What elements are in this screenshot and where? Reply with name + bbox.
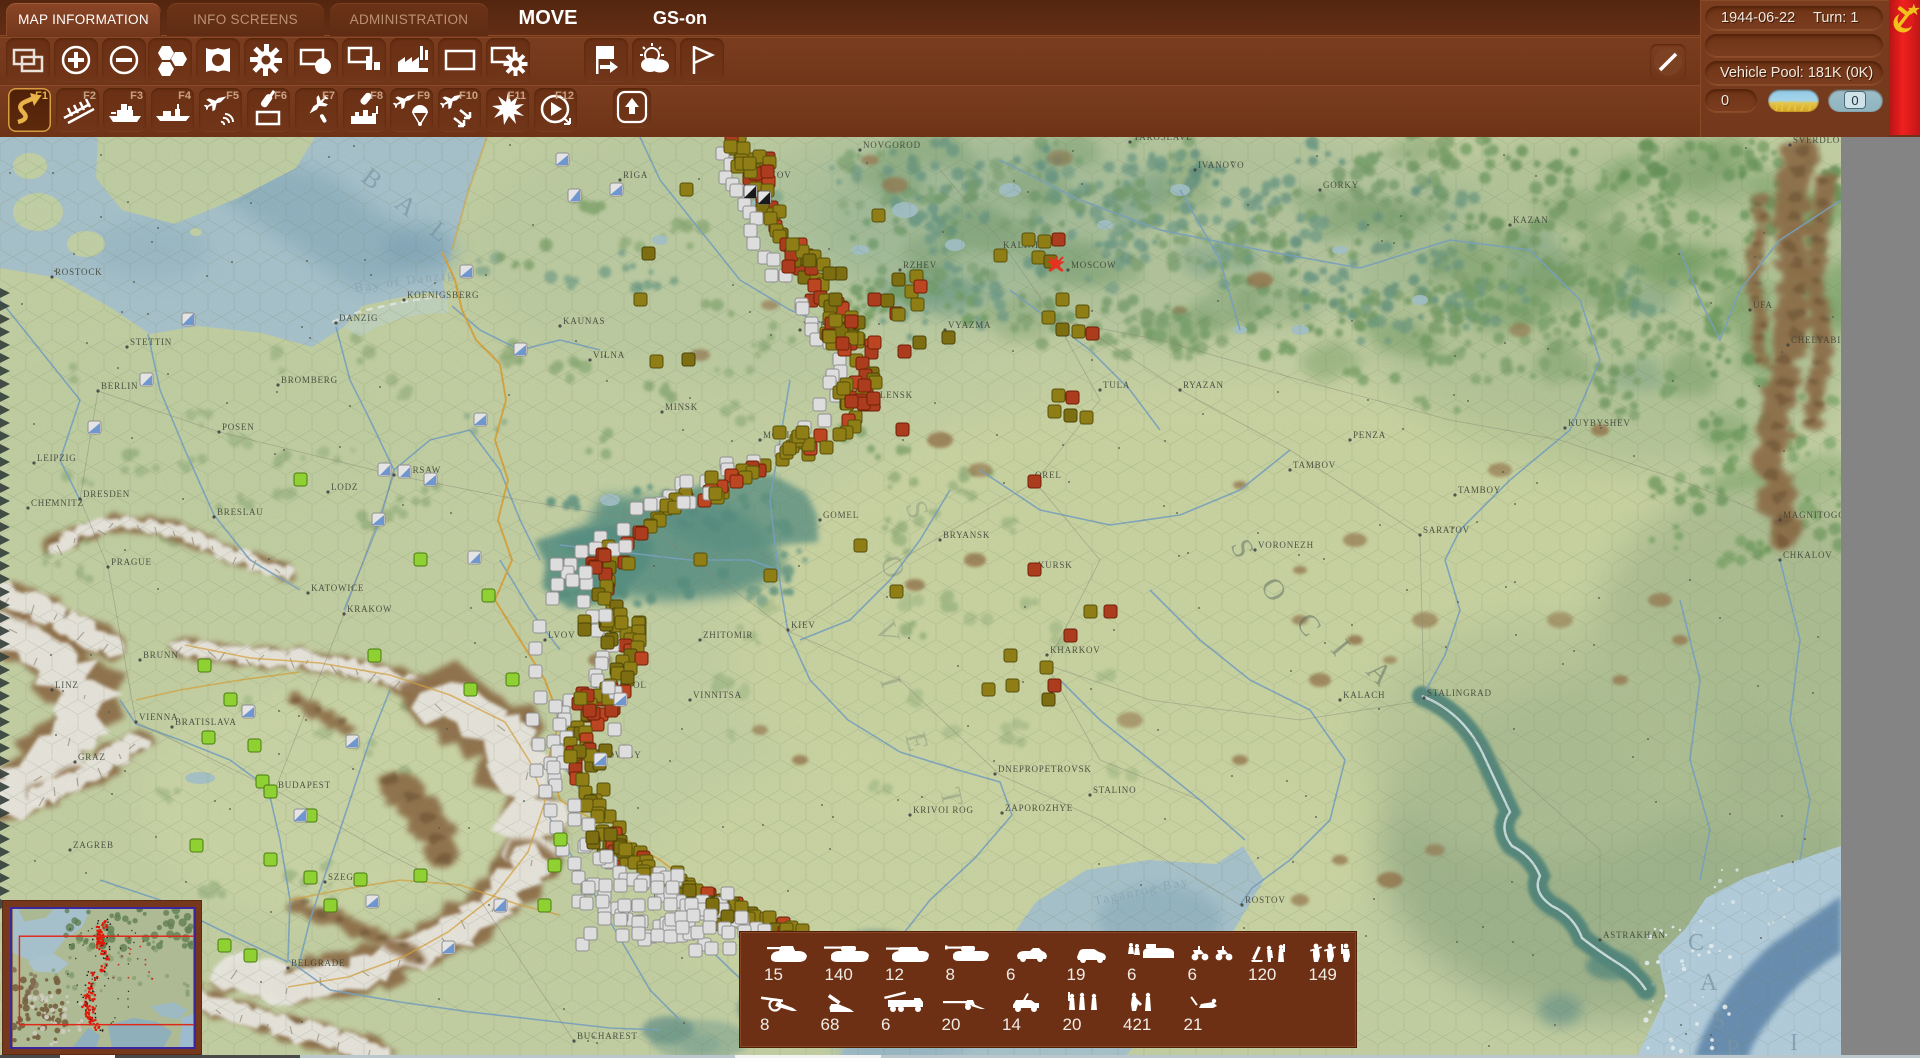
svg-text:DANZIG: DANZIG — [339, 313, 378, 323]
svg-text:TAMBOV: TAMBOV — [1293, 460, 1336, 470]
svg-text:KATOWICE: KATOWICE — [311, 583, 364, 593]
svg-text:LEIPZIG: LEIPZIG — [37, 453, 77, 463]
svg-text:ROSTOV: ROSTOV — [1245, 895, 1286, 905]
svg-text:STALINGRAD: STALINGRAD — [1427, 688, 1492, 698]
svg-text:BUCHAREST: BUCHAREST — [577, 1031, 638, 1041]
svg-text:BRUNN: BRUNN — [143, 650, 179, 660]
svg-text:VINNITSA: VINNITSA — [693, 690, 742, 700]
svg-text:STETTIN: STETTIN — [130, 337, 172, 347]
svg-text:ROSTOCK: ROSTOCK — [55, 267, 102, 277]
svg-text:KAUNAS: KAUNAS — [563, 316, 605, 326]
svg-text:KRIVOI ROG: KRIVOI ROG — [913, 805, 974, 815]
svg-text:ZAPOROZHYE: ZAPOROZHYE — [1005, 803, 1073, 813]
svg-text:C: C — [1688, 930, 1708, 956]
svg-text:S: S — [1712, 1008, 1729, 1034]
svg-text:BRATISLAVA: BRATISLAVA — [175, 717, 237, 727]
svg-text:VILNA: VILNA — [593, 350, 625, 360]
svg-text:ZHITOMIR: ZHITOMIR — [703, 630, 753, 640]
svg-text:BRESLAU: BRESLAU — [217, 507, 264, 517]
svg-text:CHEMNITZ: CHEMNITZ — [31, 498, 84, 508]
svg-text:KURSK: KURSK — [1038, 560, 1073, 570]
svg-text:MAGNITOGORSK: MAGNITOGORSK — [1783, 510, 1841, 520]
svg-text:BRYANSK: BRYANSK — [943, 530, 990, 540]
svg-text:UFA: UFA — [1753, 300, 1773, 310]
svg-text:TULA: TULA — [1103, 380, 1130, 390]
svg-text:MOSCOW: MOSCOW — [1071, 260, 1116, 270]
svg-text:GORKY: GORKY — [1323, 180, 1359, 190]
svg-text:BROMBERG: BROMBERG — [281, 375, 338, 385]
svg-text:GOMEL: GOMEL — [823, 510, 859, 520]
svg-text:POSEN: POSEN — [222, 422, 255, 432]
svg-text:VYAZMA: VYAZMA — [948, 320, 991, 330]
svg-text:KRAKOW: KRAKOW — [347, 604, 392, 614]
svg-text:LINZ: LINZ — [55, 680, 79, 690]
svg-text:TAMBOY: TAMBOY — [1458, 485, 1501, 495]
svg-text:ZAGREB: ZAGREB — [73, 840, 114, 850]
svg-text:VORONEZH: VORONEZH — [1258, 540, 1314, 550]
svg-text:KOENIGSBERG: KOENIGSBERG — [407, 290, 479, 300]
svg-text:KUYBYSHEV: KUYBYSHEV — [1568, 418, 1631, 428]
svg-text:YAROSLAVL: YAROSLAVL — [1133, 137, 1193, 142]
svg-text:PENZA: PENZA — [1353, 430, 1386, 440]
svg-text:ASTRAKHAN: ASTRAKHAN — [1603, 930, 1666, 940]
svg-text:SARATOV: SARATOV — [1423, 525, 1470, 535]
svg-text:NOVGOROD: NOVGOROD — [863, 140, 921, 150]
svg-text:LVOV: LVOV — [548, 630, 575, 640]
svg-text:BUDAPEST: BUDAPEST — [278, 780, 331, 790]
svg-text:SVERDLOVSK: SVERDLOVSK — [1793, 137, 1841, 145]
svg-text:RYAZAN: RYAZAN — [1183, 380, 1224, 390]
svg-text:KIEV: KIEV — [791, 620, 816, 630]
svg-text:RZHEV: RZHEV — [903, 260, 937, 270]
svg-text:KALACH: KALACH — [1343, 690, 1385, 700]
svg-text:MINSK: MINSK — [665, 402, 698, 412]
svg-text:BELGRADE: BELGRADE — [291, 958, 345, 968]
svg-text:DRESDEN: DRESDEN — [83, 489, 130, 499]
svg-text:GRAZ: GRAZ — [78, 752, 106, 762]
svg-text:DNEPROPETROVSK: DNEPROPETROVSK — [998, 764, 1092, 774]
svg-text:PRAGUE: PRAGUE — [111, 557, 152, 567]
svg-text:KHARKOV: KHARKOV — [1050, 645, 1101, 655]
svg-text:IVANOVO: IVANOVO — [1198, 160, 1244, 170]
svg-text:CHKALOV: CHKALOV — [1783, 550, 1833, 560]
svg-text:LODZ: LODZ — [331, 482, 358, 492]
svg-text:A: A — [1700, 970, 1721, 996]
svg-text:RIGA: RIGA — [623, 170, 648, 180]
svg-text:KAZAN: KAZAN — [1513, 215, 1549, 225]
svg-text:I: I — [1790, 1030, 1802, 1056]
svg-text:STALINO: STALINO — [1093, 785, 1136, 795]
svg-text:CHELYABINSK: CHELYABINSK — [1791, 335, 1841, 345]
svg-text:VIENNA: VIENNA — [139, 712, 178, 722]
svg-text:BERLIN: BERLIN — [101, 381, 138, 391]
